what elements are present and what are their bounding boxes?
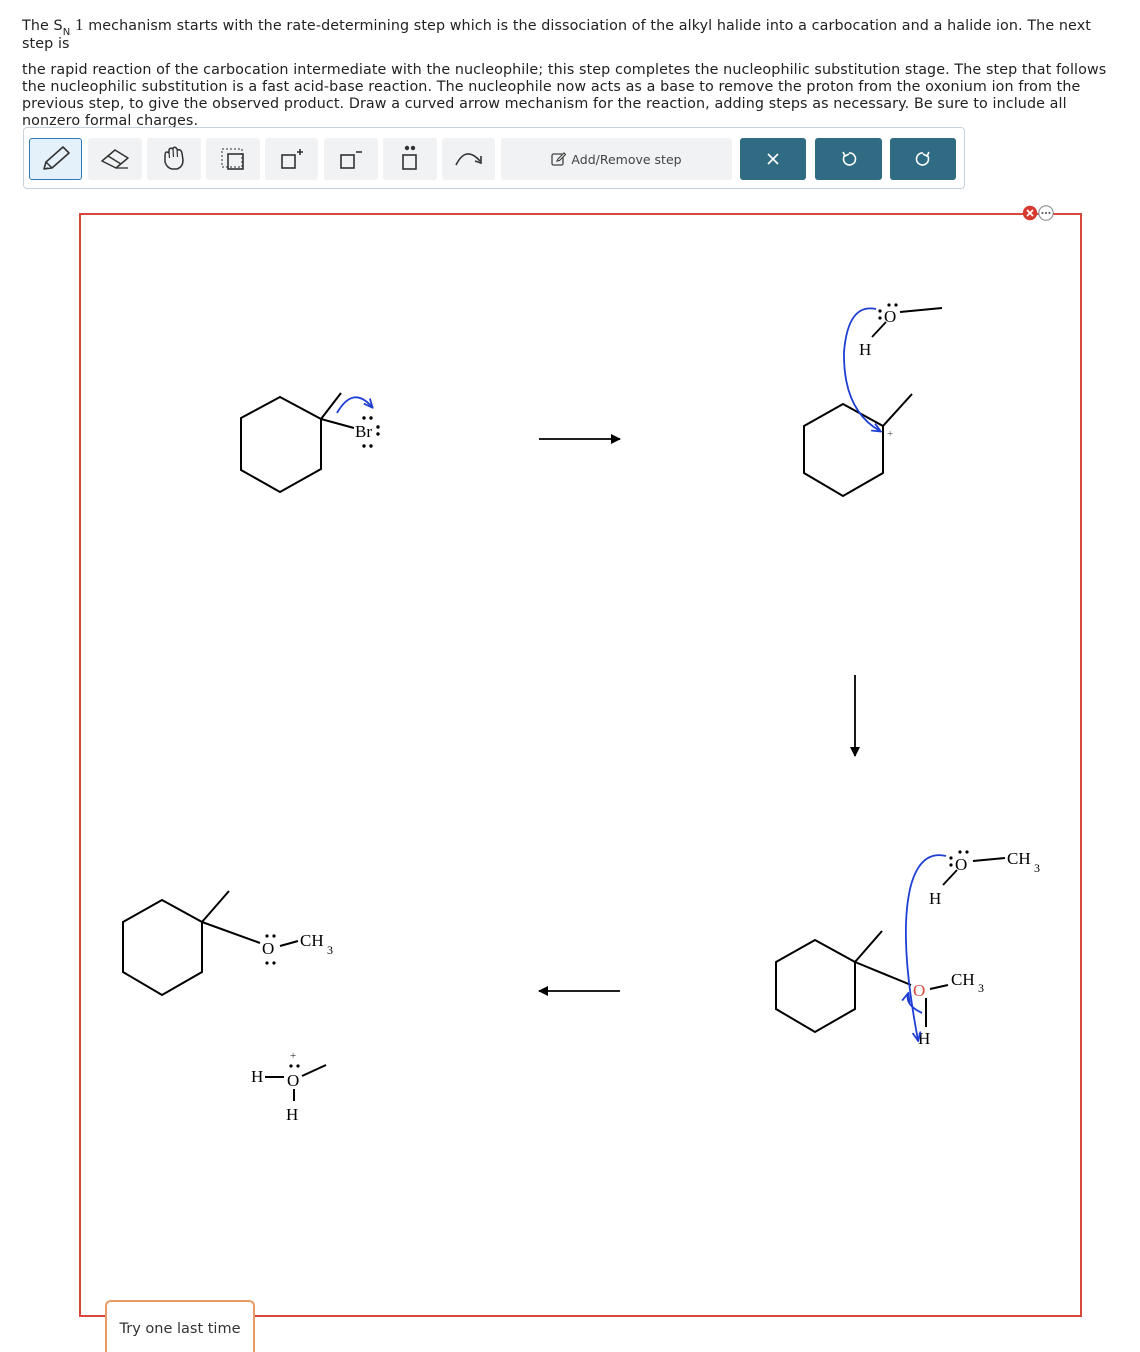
- canvas-controls: [1022, 205, 1054, 221]
- negative-charge-icon: [340, 151, 362, 169]
- undo-icon: [841, 151, 856, 166]
- redo-icon: [915, 151, 930, 166]
- lone-pair-button[interactable]: [383, 138, 437, 180]
- eraser-tool-button[interactable]: [88, 138, 142, 180]
- select-box-icon: [221, 148, 244, 170]
- drawing-toolbar: Add/Remove step: [23, 127, 965, 189]
- redo-button[interactable]: [890, 138, 956, 180]
- curved-arrow-button[interactable]: [442, 138, 495, 180]
- sn1-label: SN 1: [53, 15, 84, 38]
- hand-tool-button[interactable]: [147, 138, 201, 180]
- negative-charge-button[interactable]: [324, 138, 378, 180]
- question-line-1: The SN 1 mechanism starts with the rate-…: [22, 15, 1091, 52]
- more-options-icon[interactable]: [1038, 205, 1054, 221]
- drawing-canvas[interactable]: [79, 213, 1082, 1317]
- eraser-icon: [101, 149, 129, 169]
- close-icon: [767, 153, 779, 165]
- try-one-last-time-button[interactable]: Try one last time: [105, 1300, 255, 1352]
- undo-button[interactable]: [815, 138, 882, 180]
- pencil-tool-button[interactable]: [29, 138, 82, 180]
- pencil-icon: [42, 146, 70, 170]
- select-box-button[interactable]: [206, 138, 260, 180]
- pencil-small-icon: [551, 151, 567, 166]
- clear-button[interactable]: [740, 138, 806, 180]
- lone-pair-icon: [402, 145, 417, 170]
- delete-step-icon[interactable]: [1022, 205, 1038, 221]
- curved-arrow-icon: [454, 153, 482, 166]
- hand-icon: [164, 146, 184, 170]
- question-text: The SN 1 mechanism starts with the rate-…: [22, 16, 1122, 130]
- question-body: the rapid reaction of the carbocation in…: [22, 62, 1107, 129]
- add-remove-step-button[interactable]: Add/Remove step: [501, 138, 732, 180]
- positive-charge-button[interactable]: [265, 138, 318, 180]
- positive-charge-icon: [280, 149, 303, 169]
- add-remove-step-label: Add/Remove step: [571, 151, 682, 167]
